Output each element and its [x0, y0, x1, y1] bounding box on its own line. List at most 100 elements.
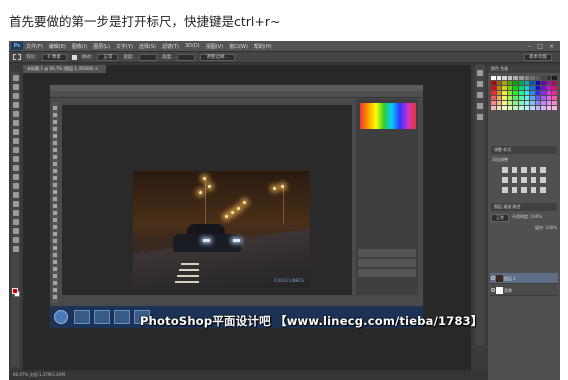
move-tool-icon[interactable]	[12, 75, 19, 81]
color-swatch[interactable]	[496, 96, 502, 100]
adjustments-panel-tabs[interactable]: 调整 样式	[491, 146, 557, 154]
color-swatch[interactable]	[535, 96, 541, 100]
layers-panel-tabs[interactable]: 图层 通道 路径	[491, 203, 557, 211]
color-swatch[interactable]	[535, 101, 541, 105]
color-swatch[interactable]	[546, 101, 552, 105]
color-swatch[interactable]	[535, 91, 541, 95]
color-swatch[interactable]	[524, 106, 530, 110]
hue-saturation-icon[interactable]	[502, 177, 508, 183]
history-panel-icon[interactable]	[477, 70, 483, 76]
color-swatch[interactable]	[496, 76, 502, 80]
color-swatch[interactable]	[518, 81, 524, 85]
color-balance-icon[interactable]	[511, 177, 518, 183]
black-white-icon[interactable]	[521, 177, 527, 183]
color-swatch[interactable]	[535, 106, 541, 110]
color-swatch[interactable]	[552, 101, 557, 105]
color-swatch[interactable]	[541, 96, 546, 100]
color-swatch[interactable]	[507, 96, 513, 100]
vibrance-icon[interactable]	[540, 167, 546, 173]
history-brush-tool-icon[interactable]	[12, 156, 19, 162]
color-swatch[interactable]	[546, 96, 552, 100]
color-swatch[interactable]	[496, 86, 502, 90]
marquee-tool-icon[interactable]	[13, 54, 21, 60]
color-swatch[interactable]	[496, 106, 502, 110]
color-swatch[interactable]	[518, 101, 524, 105]
color-swatch[interactable]	[513, 86, 518, 90]
color-swatch[interactable]	[546, 106, 552, 110]
shape-tool-icon[interactable]	[12, 228, 19, 234]
color-swatch[interactable]	[535, 81, 541, 85]
foreground-color-swatch[interactable]	[12, 288, 18, 294]
selective-color-icon[interactable]	[540, 187, 546, 193]
channel-mixer-icon[interactable]	[540, 177, 546, 183]
color-swatch[interactable]	[552, 106, 557, 110]
color-panel-tabs[interactable]: 颜色 色板	[488, 65, 560, 73]
color-swatch[interactable]	[541, 106, 546, 110]
color-swatch[interactable]	[513, 96, 518, 100]
color-swatch[interactable]	[530, 86, 535, 90]
color-swatch[interactable]	[513, 76, 518, 80]
menu-select[interactable]: 选择(S)	[139, 43, 156, 50]
paragraph-panel-icon[interactable]	[477, 114, 483, 120]
gradient-tool-icon[interactable]	[12, 174, 19, 180]
gradient-map-icon[interactable]	[530, 187, 537, 193]
color-swatch[interactable]	[530, 81, 535, 85]
color-swatch[interactable]	[524, 86, 530, 90]
color-swatch[interactable]	[502, 81, 507, 85]
invert-icon[interactable]	[502, 187, 508, 193]
close-button[interactable]: ×	[549, 43, 554, 50]
color-swatch[interactable]	[541, 101, 546, 105]
color-swatch[interactable]	[507, 76, 513, 80]
opacity-control[interactable]: 不透明度: 100%	[512, 214, 542, 222]
swatch-palette[interactable]	[491, 76, 557, 110]
color-swatch[interactable]	[513, 81, 518, 85]
menu-file[interactable]: 文件(F)	[26, 43, 43, 50]
pen-tool-icon[interactable]	[12, 201, 19, 207]
visibility-eye-icon[interactable]	[491, 288, 495, 292]
menu-image[interactable]: 图像(I)	[72, 43, 87, 50]
color-swatch[interactable]	[541, 86, 546, 90]
color-swatch[interactable]	[541, 91, 546, 95]
menu-type[interactable]: 文字(Y)	[116, 43, 133, 50]
color-swatch[interactable]	[524, 76, 530, 80]
color-swatch[interactable]	[535, 86, 541, 90]
color-swatch[interactable]	[524, 91, 530, 95]
workspace-select[interactable]: 基本功能	[524, 53, 552, 61]
type-tool-icon[interactable]	[12, 210, 19, 216]
marquee-tool-icon[interactable]	[12, 84, 19, 90]
color-swatch[interactable]	[518, 76, 524, 80]
color-swatch[interactable]	[513, 106, 518, 110]
crop-tool-icon[interactable]	[12, 111, 19, 117]
healing-brush-tool-icon[interactable]	[12, 129, 19, 135]
hand-tool-icon[interactable]	[12, 237, 19, 243]
curves-icon[interactable]	[521, 167, 527, 173]
color-swatch[interactable]	[541, 76, 546, 80]
blend-mode-select[interactable]: 正常	[491, 214, 509, 222]
minimize-button[interactable]: –	[528, 43, 531, 50]
levels-icon[interactable]	[511, 167, 518, 173]
color-swatch[interactable]	[530, 96, 535, 100]
color-swatch[interactable]	[530, 76, 535, 80]
color-swatch[interactable]	[496, 91, 502, 95]
height-input[interactable]	[177, 53, 196, 61]
color-swatch[interactable]	[552, 91, 557, 95]
document-tab[interactable]: 未标题-1 @ 66.7% (图层 1, RGB/8) ×	[23, 65, 107, 73]
photo-filter-icon[interactable]	[530, 177, 537, 183]
info-panel-icon[interactable]	[477, 92, 483, 98]
color-swatch[interactable]	[530, 101, 535, 105]
exposure-icon[interactable]	[530, 167, 537, 173]
style-select[interactable]: 正常	[97, 53, 119, 61]
menu-view[interactable]: 视图(V)	[206, 43, 223, 50]
color-swatch[interactable]	[507, 101, 513, 105]
color-swatch[interactable]	[491, 91, 496, 95]
menu-edit[interactable]: 编辑(E)	[49, 43, 66, 50]
color-swatch[interactable]	[518, 96, 524, 100]
color-swatch[interactable]	[513, 101, 518, 105]
color-swatch[interactable]	[552, 76, 557, 80]
eraser-tool-icon[interactable]	[12, 165, 19, 171]
color-swatch[interactable]	[524, 81, 530, 85]
menu-window[interactable]: 窗口(W)	[229, 43, 248, 50]
color-swatch[interactable]	[552, 86, 557, 90]
color-swatch[interactable]	[518, 91, 524, 95]
color-swatch[interactable]	[507, 106, 513, 110]
